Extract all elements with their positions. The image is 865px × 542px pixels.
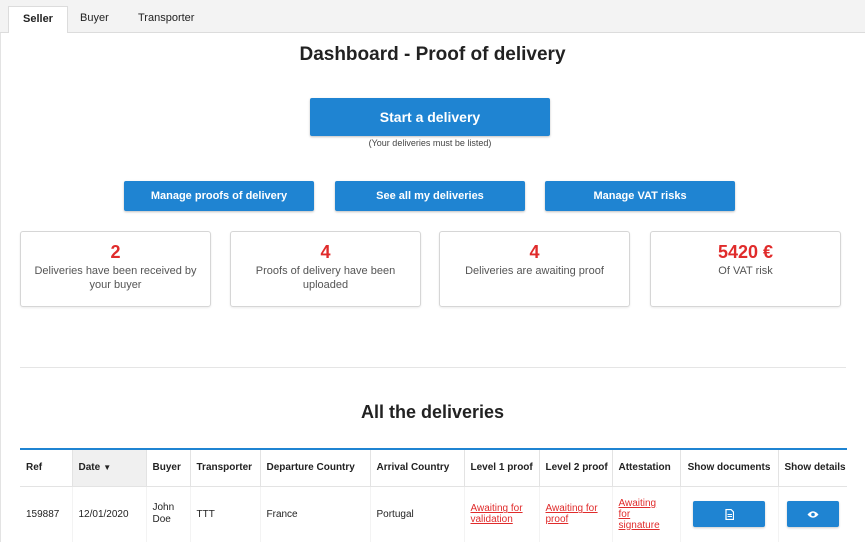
- cell-documents: [679, 486, 778, 542]
- cell-ref: 159887: [26, 508, 60, 520]
- stat-value: 4: [529, 242, 540, 262]
- cell-date: 12/01/2020: [71, 486, 146, 542]
- stat-card-uploaded: 4 Proofs of delivery have been uploaded: [230, 231, 421, 307]
- col-transporter[interactable]: Transporter: [189, 450, 260, 487]
- stat-value: 2: [110, 242, 121, 262]
- stat-value: 4: [320, 242, 331, 262]
- cell-departure: France: [259, 486, 370, 542]
- stat-label: Of VAT risk: [718, 265, 773, 277]
- stat-card-vat-risk: 5420 € Of VAT risk: [650, 231, 841, 307]
- table-header-row: Ref Date ▼ Buyer Transporter Departure Co…: [20, 450, 847, 487]
- col-level1-proof[interactable]: Level 1 proof: [463, 450, 539, 487]
- col-date[interactable]: Date ▼: [71, 450, 146, 487]
- stat-card-awaiting: 4 Deliveries are awaiting proof: [439, 231, 630, 307]
- section-divider: [20, 367, 846, 368]
- col-ref[interactable]: Ref: [20, 450, 72, 487]
- sort-down-icon: ▼: [103, 463, 112, 473]
- cell-level2: Awaiting for proof: [538, 486, 612, 542]
- col-attestation[interactable]: Attestation: [611, 450, 680, 487]
- start-delivery-button[interactable]: Start a delivery: [310, 98, 550, 136]
- col-departure-country[interactable]: Departure Country: [259, 450, 370, 487]
- col-buyer[interactable]: Buyer: [145, 450, 190, 487]
- level2-status-link[interactable]: Awaiting for proof: [546, 503, 606, 525]
- stat-label: Deliveries are awaiting proof: [465, 265, 604, 277]
- stat-card-received: 2 Deliveries have been received by your …: [20, 231, 211, 307]
- cell-buyer: John Doe: [145, 486, 190, 542]
- stat-value: 5420 €: [717, 242, 774, 262]
- cell-arrival: Portugal: [369, 486, 464, 542]
- attestation-status-link[interactable]: Awaiting for signature: [619, 498, 663, 531]
- show-details-button[interactable]: [786, 501, 839, 528]
- see-deliveries-button[interactable]: See all my deliveries: [335, 181, 525, 211]
- col-show-details: Show details: [777, 450, 847, 487]
- col-date-label: Date: [78, 462, 101, 474]
- stat-label: Proofs of delivery have been uploaded: [255, 265, 396, 291]
- cell-attestation: Awaiting for signature: [611, 486, 680, 542]
- col-arrival-country[interactable]: Arrival Country: [369, 450, 464, 487]
- show-documents-button[interactable]: [693, 501, 765, 528]
- deliveries-title: All the deliveries: [360, 402, 505, 422]
- tab-buyer[interactable]: Buyer: [66, 6, 123, 33]
- cell-transporter: TTT: [189, 486, 260, 542]
- page-title: Dashboard - Proof of delivery: [299, 44, 566, 65]
- manage-proofs-button[interactable]: Manage proofs of delivery: [124, 181, 314, 211]
- level1-status-link[interactable]: Awaiting for validation: [471, 503, 533, 525]
- table-row: 159887 12/01/2020 John Doe TTT France Po…: [20, 486, 847, 542]
- manage-vat-risks-button[interactable]: Manage VAT risks: [545, 181, 735, 211]
- eye-icon: [807, 511, 819, 518]
- cell-details: [777, 486, 847, 542]
- cell-level1: Awaiting for validation: [463, 486, 539, 542]
- tab-seller[interactable]: Seller: [8, 6, 68, 34]
- stat-label: Deliveries have been received by your bu…: [34, 265, 197, 291]
- cell-buyer-text: John Doe: [152, 502, 175, 526]
- col-show-documents: Show documents: [679, 450, 778, 487]
- start-delivery-note: (Your deliveries must be listed): [368, 138, 492, 148]
- col-level2-proof[interactable]: Level 2 proof: [538, 450, 612, 487]
- tab-transporter[interactable]: Transporter: [124, 6, 208, 33]
- tab-bar: Seller Buyer Transporter: [0, 0, 865, 34]
- document-icon: [724, 508, 734, 520]
- deliveries-table: Ref Date ▼ Buyer Transporter Departure Co…: [20, 448, 847, 542]
